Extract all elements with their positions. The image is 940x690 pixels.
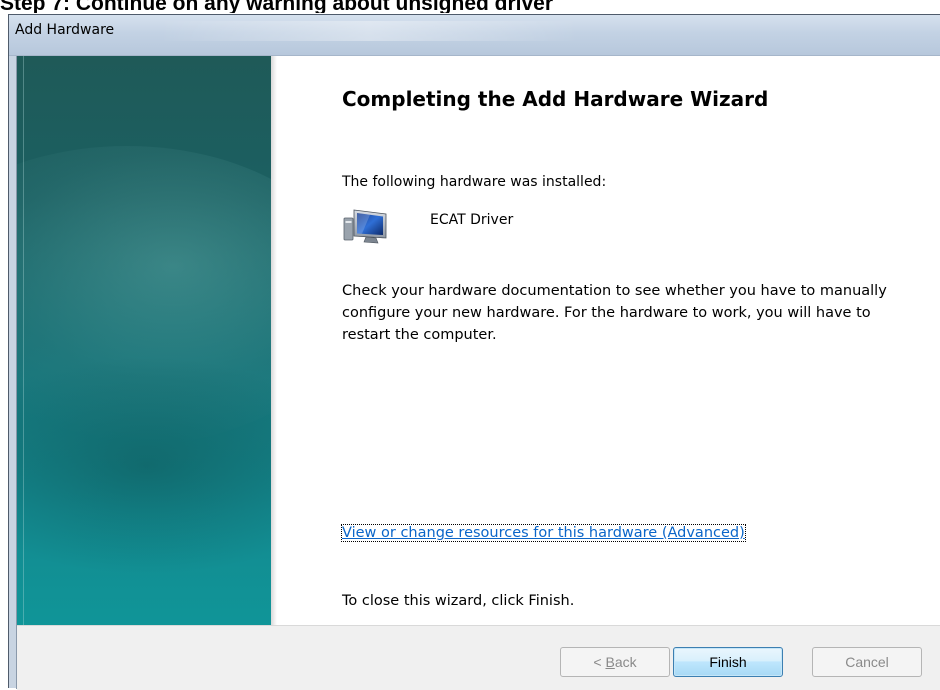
advanced-resources-link[interactable]: View or change resources for this hardwa…	[341, 524, 746, 542]
monitor-device-icon	[343, 209, 387, 244]
close-instructions: To close this wizard, click Finish.	[342, 593, 575, 609]
device-name: ECAT Driver	[430, 212, 514, 228]
instructions-text: Check your hardware documentation to see…	[342, 283, 887, 343]
wizard-client-area: Completing the Add Hardware Wizard The f…	[16, 56, 940, 690]
wizard-heading: Completing the Add Hardware Wizard	[342, 87, 769, 111]
wizard-side-banner	[17, 56, 271, 625]
title-bar[interactable]: Add Hardware	[9, 15, 940, 56]
cancel-button[interactable]: Cancel	[812, 647, 922, 677]
add-hardware-window: Add Hardware Completing the Add Hardware…	[8, 14, 940, 690]
installed-label: The following hardware was installed:	[342, 174, 607, 190]
wizard-button-bar: < Back Finish Cancel	[17, 625, 940, 690]
step-caption: Step 7: Continue on any warning about un…	[0, 0, 554, 13]
window-title: Add Hardware	[15, 22, 115, 38]
back-button[interactable]: < Back	[560, 647, 670, 677]
finish-button[interactable]: Finish	[673, 647, 783, 677]
